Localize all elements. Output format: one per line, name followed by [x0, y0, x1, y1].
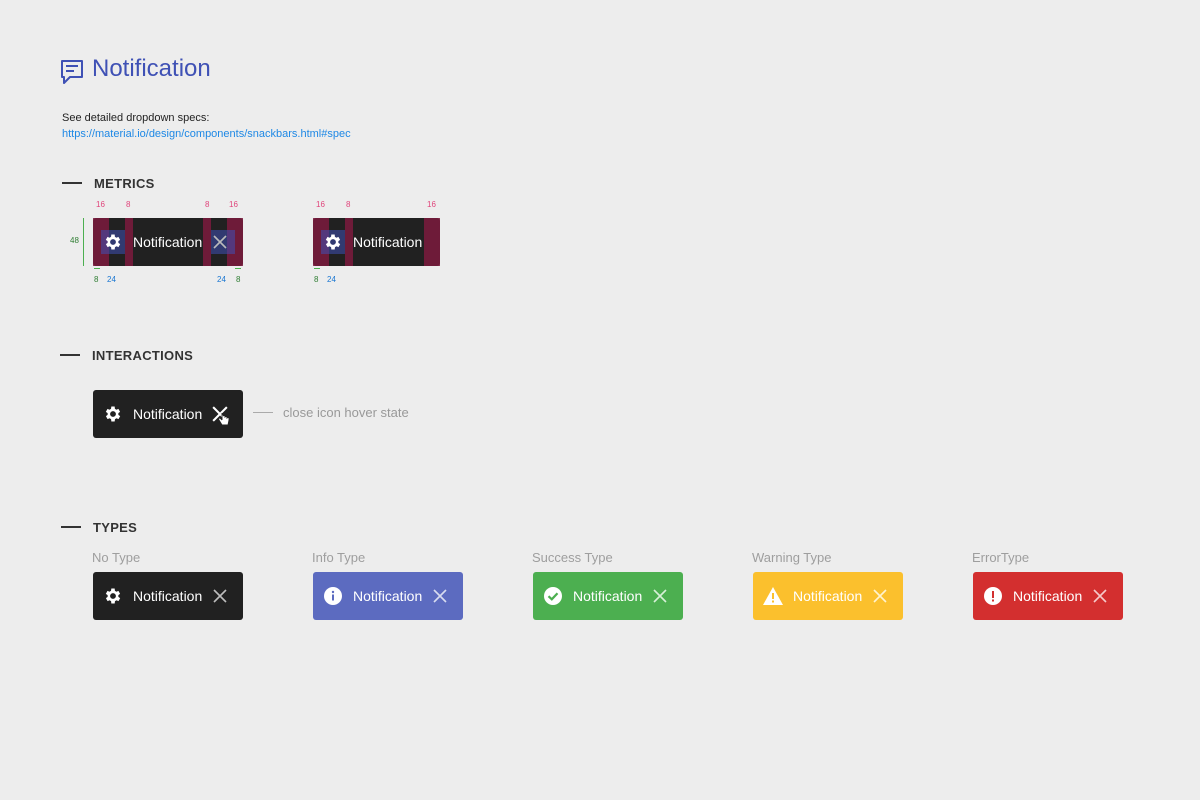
- section-title-types: TYPES: [93, 520, 138, 535]
- snackbar-label: Notification: [133, 406, 203, 422]
- snackbar-label: Notification: [353, 588, 423, 604]
- close-button[interactable]: [868, 584, 892, 608]
- metrics-snackbar-no-close: Notification: [313, 218, 440, 266]
- metric-tick: [94, 268, 100, 269]
- section-divider: [60, 354, 80, 356]
- metric-tick: [314, 268, 320, 269]
- info-icon: [321, 584, 345, 608]
- snackbar-label: Notification: [133, 234, 203, 250]
- type-label-none: No Type: [92, 550, 141, 565]
- annotation-line: [253, 412, 273, 413]
- metric-label: 8: [126, 200, 131, 209]
- section-title-metrics: METRICS: [94, 176, 155, 191]
- error-icon: [981, 584, 1005, 608]
- close-button[interactable]: [208, 402, 232, 426]
- metric-label: 24: [107, 275, 116, 284]
- type-label-error: ErrorType: [972, 550, 1030, 565]
- hand-cursor-icon: [218, 413, 230, 426]
- snackbar-label: Notification: [133, 588, 203, 604]
- snackbar-label: Notification: [793, 588, 863, 604]
- metric-label: 8: [346, 200, 351, 209]
- gear-icon: [101, 230, 125, 254]
- gear-icon: [101, 584, 125, 608]
- metric-label: 8: [314, 275, 319, 284]
- close-icon: [873, 589, 887, 603]
- type-label-success: Success Type: [532, 550, 613, 565]
- close-button[interactable]: [428, 584, 452, 608]
- metric-tick: [235, 268, 241, 269]
- close-icon: [653, 589, 667, 603]
- snackbar-label: Notification: [573, 588, 643, 604]
- close-icon: [208, 230, 232, 254]
- spec-link[interactable]: https://material.io/design/components/sn…: [62, 128, 351, 140]
- close-icon: [213, 589, 227, 603]
- close-button[interactable]: [648, 584, 672, 608]
- hover-state-note: close icon hover state: [283, 405, 409, 420]
- snackbar-no-type: Notification: [93, 572, 243, 620]
- snackbar-warning-type: Notification: [753, 572, 903, 620]
- snackbar-info-type: Notification: [313, 572, 463, 620]
- metric-label: 16: [316, 200, 325, 209]
- gear-icon: [321, 230, 345, 254]
- metric-label: 8: [94, 275, 99, 284]
- spec-text: See detailed dropdown specs:: [62, 112, 210, 124]
- close-button[interactable]: [1088, 584, 1112, 608]
- type-label-info: Info Type: [312, 550, 366, 565]
- metric-label: 8: [205, 200, 210, 209]
- close-button[interactable]: [208, 584, 232, 608]
- metric-label: 16: [229, 200, 238, 209]
- gear-icon: [101, 402, 125, 426]
- metrics-snackbar-with-close: Notification: [93, 218, 243, 266]
- snackbar-error-type: Notification: [973, 572, 1123, 620]
- snackbar-success-type: Notification: [533, 572, 683, 620]
- metric-label: 24: [217, 275, 226, 284]
- metric-label: 8: [236, 275, 241, 284]
- padding-marker: [424, 218, 440, 266]
- metric-height-line: [83, 218, 84, 266]
- padding-marker: [125, 218, 133, 266]
- interaction-snackbar: Notification: [93, 390, 243, 438]
- check-circle-icon: [541, 584, 565, 608]
- metric-label: 16: [96, 200, 105, 209]
- close-icon: [1093, 589, 1107, 603]
- close-icon: [433, 589, 447, 603]
- snackbar-label: Notification: [353, 234, 423, 250]
- type-label-warning: Warning Type: [752, 550, 832, 565]
- section-title-interactions: INTERACTIONS: [92, 348, 194, 363]
- feedback-icon: [61, 60, 83, 84]
- warning-icon: [761, 584, 785, 608]
- padding-marker: [345, 218, 353, 266]
- snackbar-label: Notification: [1013, 588, 1083, 604]
- section-divider: [61, 526, 81, 528]
- metric-label: 16: [427, 200, 436, 209]
- metric-label: 24: [327, 275, 336, 284]
- page-title: Notification: [92, 55, 211, 82]
- metric-height-label: 48: [70, 236, 79, 245]
- section-divider: [62, 182, 82, 184]
